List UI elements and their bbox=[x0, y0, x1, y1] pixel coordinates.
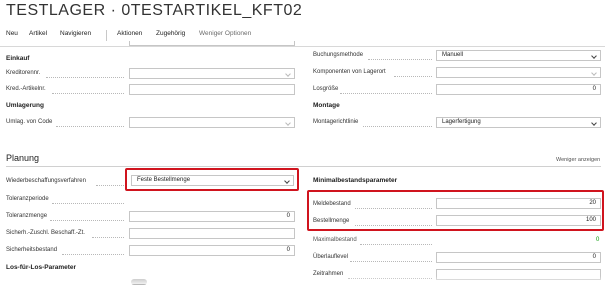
toleranzmenge-field[interactable]: 0 bbox=[129, 211, 295, 222]
kreditorennr-label: Kreditorennr. bbox=[6, 70, 41, 76]
menu-weniger-optionen[interactable]: Weniger Optionen bbox=[199, 30, 251, 37]
menu-artikel[interactable]: Artikel bbox=[29, 30, 47, 37]
ueberlauflevel-value: 0 bbox=[592, 254, 596, 260]
label-leader bbox=[46, 77, 124, 78]
ueberlauflevel-field[interactable]: 0 bbox=[436, 252, 601, 263]
label-leader bbox=[52, 93, 124, 94]
label-leader bbox=[340, 93, 432, 94]
label-leader bbox=[92, 237, 124, 238]
bottom-fade bbox=[0, 276, 605, 284]
chevron-down-icon[interactable] bbox=[591, 120, 597, 126]
wiederbeschaffung-label: Wiederbeschaffungsverfahren bbox=[6, 178, 86, 184]
losgroesse-value: 0 bbox=[592, 86, 596, 92]
label-leader bbox=[52, 203, 124, 204]
komponenten-field[interactable] bbox=[436, 67, 601, 78]
label-leader bbox=[62, 254, 124, 255]
label-leader bbox=[360, 244, 432, 245]
buchungsmethode-label: Buchungsmethode bbox=[313, 52, 364, 58]
sicherh-zuschl-label: Sicherh.-Zuschl. Beschaff.-Zt. bbox=[6, 230, 85, 236]
montagerichtlinie-label: Montagerichtlinie bbox=[313, 119, 359, 125]
toleranzperiode-label: Toleranzperiode bbox=[6, 196, 49, 202]
umlag-von-code-label: Umlag. von Code bbox=[6, 119, 53, 125]
clipped-field-left bbox=[129, 41, 295, 46]
label-leader bbox=[96, 185, 124, 186]
losgroesse-field[interactable]: 0 bbox=[436, 84, 601, 95]
label-leader bbox=[350, 261, 432, 262]
komponenten-label: Komponenten von Lagerort bbox=[313, 69, 386, 75]
menu-aktionen[interactable]: Aktionen bbox=[117, 30, 142, 37]
ueberlauflevel-label: Überlauflevel bbox=[313, 254, 349, 260]
maximalbestand-label: Maximalbestand bbox=[313, 237, 357, 243]
highlight-box-wiederbeschaffung bbox=[125, 168, 299, 191]
umlagerung-heading: Umlagerung bbox=[6, 102, 44, 109]
menu-zugehoerig[interactable]: Zugehörig bbox=[156, 30, 185, 37]
buchungsmethode-select[interactable]: Manuell bbox=[436, 50, 601, 61]
minimalbestand-heading: Minimalbestandsparameter bbox=[313, 177, 398, 184]
label-leader bbox=[368, 59, 432, 60]
montagerichtlinie-select[interactable]: Lagerfertigung bbox=[436, 117, 601, 128]
section-divider bbox=[6, 166, 601, 167]
einkauf-heading: Einkauf bbox=[6, 55, 30, 62]
buchungsmethode-value: Manuell bbox=[442, 52, 464, 58]
maximalbestand-value: 0 bbox=[596, 237, 600, 243]
losgroesse-label: Losgröße bbox=[313, 86, 339, 92]
kreditorennr-field[interactable] bbox=[129, 68, 295, 79]
sicherh-zuschl-field[interactable] bbox=[129, 228, 295, 239]
sicherheitsbestand-value: 0 bbox=[286, 247, 290, 253]
toleranzmenge-value: 0 bbox=[286, 213, 290, 219]
montagerichtlinie-value: Lagerfertigung bbox=[442, 119, 481, 125]
planung-section-title[interactable]: Planung bbox=[6, 153, 39, 163]
toleranzmenge-label: Toleranzmenge bbox=[6, 213, 48, 219]
umlag-von-code-field[interactable] bbox=[129, 117, 295, 128]
sicherheitsbestand-field[interactable]: 0 bbox=[129, 245, 295, 256]
kred-artikelnr-label: Kred.-Artikelnr. bbox=[6, 86, 46, 92]
label-leader bbox=[50, 220, 124, 221]
label-leader bbox=[56, 126, 124, 127]
montage-heading: Montage bbox=[313, 102, 340, 109]
menu-new[interactable]: Neu bbox=[6, 30, 18, 37]
label-leader bbox=[394, 76, 432, 77]
chevron-down-icon[interactable] bbox=[285, 71, 291, 77]
menu-navigieren[interactable]: Navigieren bbox=[60, 30, 91, 37]
kred-artikelnr-field[interactable] bbox=[129, 84, 295, 95]
label-leader bbox=[363, 126, 432, 127]
chevron-down-icon[interactable] bbox=[591, 53, 597, 59]
menu-divider bbox=[106, 30, 107, 41]
highlight-box-minimalbestand bbox=[307, 190, 604, 231]
chevron-down-icon[interactable] bbox=[285, 120, 291, 126]
los-fuer-los-heading: Los-für-Los-Parameter bbox=[6, 264, 77, 271]
page-title: TESTLAGER · 0TESTARTIKEL_KFT02 bbox=[6, 2, 303, 19]
show-less-link[interactable]: Weniger anzeigen bbox=[556, 157, 600, 163]
chevron-down-icon[interactable] bbox=[591, 70, 597, 76]
action-bar: Neu Artikel Navigieren Aktionen Zugehöri… bbox=[0, 26, 605, 47]
sicherheitsbestand-label: Sicherheitsbestand bbox=[6, 247, 58, 253]
